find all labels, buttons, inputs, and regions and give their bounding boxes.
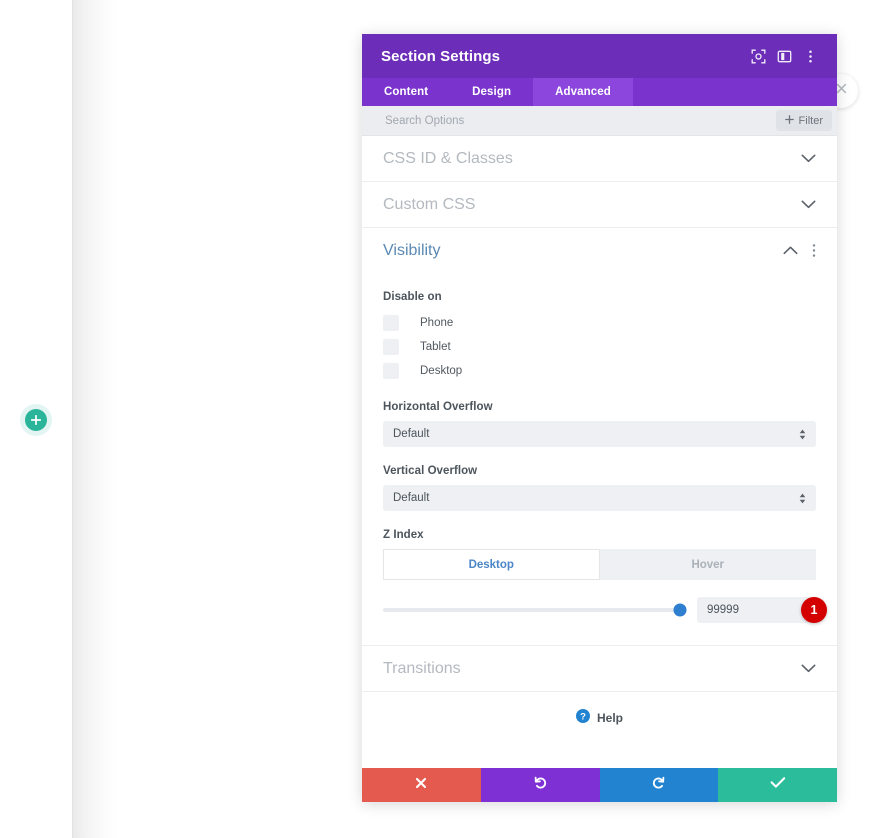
- z-index-state-tabs: Desktop Hover: [383, 549, 816, 580]
- undo-icon: [533, 775, 548, 795]
- search-input[interactable]: [383, 113, 776, 128]
- chevron-down-icon: [801, 664, 816, 673]
- save-button[interactable]: [718, 768, 837, 802]
- z-index-slider-row: 1: [383, 597, 827, 623]
- kebab-menu-icon[interactable]: [797, 43, 823, 69]
- checkbox-tablet[interactable]: Tablet: [383, 335, 816, 359]
- filter-button[interactable]: Filter: [775, 110, 832, 131]
- checkbox-label: Phone: [420, 317, 454, 329]
- panel-header: Section Settings: [362, 34, 837, 78]
- undo-button[interactable]: [480, 768, 600, 802]
- z-index-slider-track[interactable]: [383, 603, 687, 617]
- section-visibility-header[interactable]: Visibility: [383, 228, 816, 273]
- layout-icon[interactable]: [771, 43, 797, 69]
- panel-body: CSS ID & Classes Custom CSS Visibility D…: [362, 136, 837, 768]
- filter-button-label: Filter: [798, 114, 823, 127]
- checkbox-label: Tablet: [420, 341, 451, 353]
- field-disable-on: Disable on Phone Tablet Desktop: [383, 291, 816, 383]
- z-index-input-wrap: 1: [697, 597, 827, 623]
- plus-icon: [31, 415, 41, 425]
- help-label: Help: [596, 711, 623, 725]
- select-value: Default: [393, 428, 430, 440]
- help-icon: ?: [575, 708, 590, 728]
- chevron-up-icon[interactable]: [783, 246, 798, 255]
- z-index-tab-desktop[interactable]: Desktop: [383, 549, 600, 580]
- redo-icon: [651, 775, 666, 795]
- section-label: CSS ID & Classes: [383, 149, 513, 167]
- help-link[interactable]: ? Help: [362, 692, 837, 744]
- section-label: Visibility: [383, 241, 441, 259]
- svg-text:?: ?: [580, 711, 586, 722]
- redo-button[interactable]: [599, 768, 719, 802]
- canvas-gradient-strip: [72, 0, 120, 838]
- checkbox-box: [383, 363, 399, 379]
- plus-icon: [784, 114, 794, 127]
- chevron-updown-icon: [799, 429, 806, 440]
- field-label: Horizontal Overflow: [383, 401, 493, 413]
- cancel-button[interactable]: [362, 768, 481, 802]
- close-x-icon: [414, 776, 428, 795]
- chevron-down-icon: [801, 154, 816, 163]
- add-section-button[interactable]: [25, 409, 47, 431]
- panel-tabbar: Content Design Advanced: [362, 78, 837, 106]
- section-settings-panel: Section Settings Content Design Advanced: [362, 34, 837, 802]
- checkbox-phone[interactable]: Phone: [383, 311, 816, 335]
- page-title: Section Settings: [381, 47, 501, 65]
- z-index-tab-hover[interactable]: Hover: [599, 549, 816, 580]
- field-label: Z Index: [383, 529, 424, 541]
- vertical-overflow-select[interactable]: Default: [383, 485, 816, 511]
- z-index-slider-thumb[interactable]: [673, 603, 687, 617]
- tab-advanced[interactable]: Advanced: [533, 78, 633, 106]
- search-bar: Filter: [362, 106, 837, 136]
- checkbox-label: Desktop: [420, 365, 463, 377]
- checkbox-box: [383, 339, 399, 355]
- fullscreen-icon[interactable]: [745, 43, 771, 69]
- section-visibility: Visibility Disable on Phone Tablet Deskt…: [362, 228, 837, 646]
- chevron-updown-icon: [799, 493, 806, 504]
- field-z-index: Z Index Desktop Hover 1: [383, 529, 827, 623]
- tab-design[interactable]: Design: [450, 78, 533, 106]
- field-vertical-overflow: Vertical Overflow Default: [383, 465, 816, 511]
- checkbox-desktop[interactable]: Desktop: [383, 359, 816, 383]
- field-label: Vertical Overflow: [383, 465, 478, 477]
- field-label: Disable on: [383, 291, 442, 303]
- section-label: Custom CSS: [383, 195, 476, 213]
- checkbox-box: [383, 315, 399, 331]
- horizontal-overflow-select[interactable]: Default: [383, 421, 816, 447]
- panel-footer: [362, 768, 837, 802]
- tab-content[interactable]: Content: [362, 78, 450, 106]
- section-toggle-transitions[interactable]: Transitions: [362, 646, 837, 692]
- chevron-down-icon: [801, 200, 816, 209]
- section-toggle-custom-css[interactable]: Custom CSS: [362, 182, 837, 228]
- canvas-edge-line: [72, 0, 73, 838]
- z-index-input[interactable]: [697, 597, 816, 623]
- check-icon: [770, 776, 786, 794]
- field-horizontal-overflow: Horizontal Overflow Default: [383, 401, 816, 447]
- select-value: Default: [393, 492, 430, 504]
- kebab-menu-icon[interactable]: [812, 243, 816, 258]
- section-toggle-css-id-classes[interactable]: CSS ID & Classes: [362, 136, 837, 182]
- status-badge: 1: [801, 597, 827, 623]
- section-label: Transitions: [383, 659, 461, 677]
